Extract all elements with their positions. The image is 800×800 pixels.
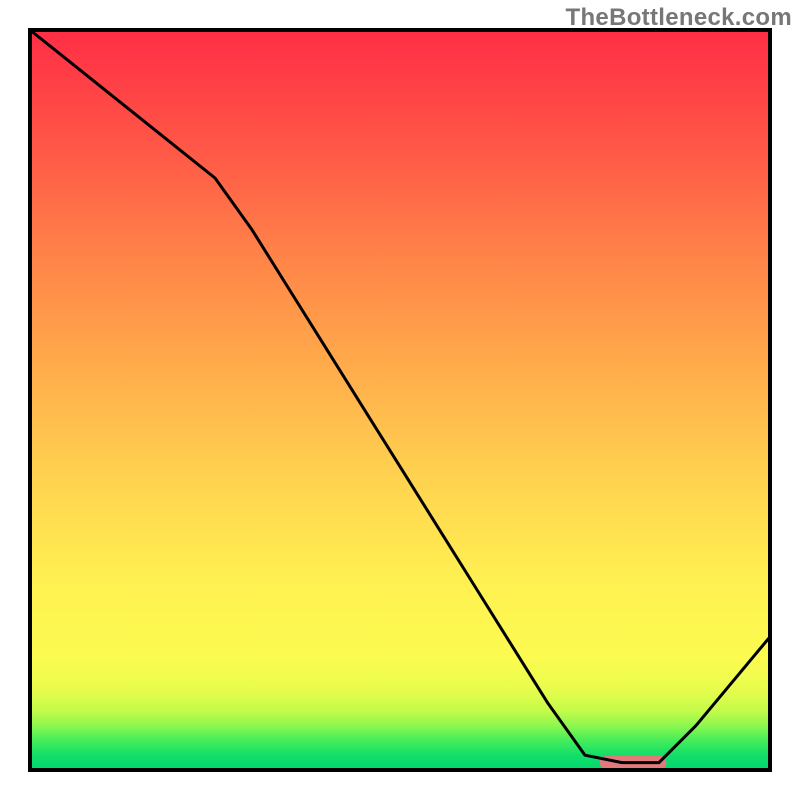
plot-background (30, 30, 770, 770)
watermark-text: TheBottleneck.com (566, 4, 792, 32)
bottleneck-chart: TheBottleneck.com (0, 0, 800, 800)
plot-svg (0, 0, 800, 800)
